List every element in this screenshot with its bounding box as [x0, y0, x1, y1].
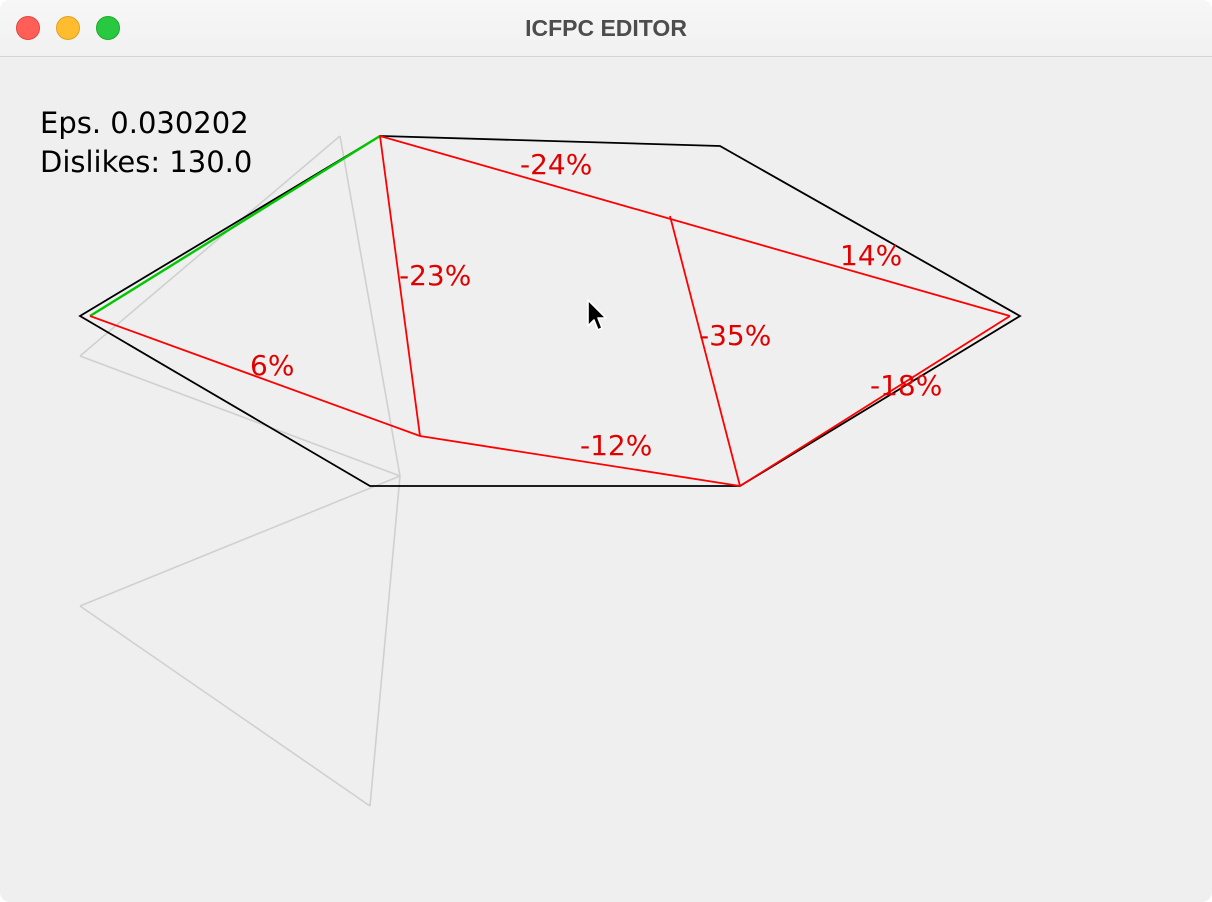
- editor-canvas[interactable]: -24% -23% 14% -35% 6% -18% -12%: [0, 57, 1212, 902]
- edge-label: -12%: [580, 429, 652, 462]
- ghost-figure: [79, 135, 401, 807]
- figure-edge[interactable]: [379, 135, 1011, 317]
- edge-label: -18%: [870, 369, 942, 402]
- epsilon-readout: Eps. 0.030202: [40, 106, 249, 140]
- window-title: ICFPC EDITOR: [525, 15, 687, 41]
- editor-window: ICFPC EDITOR -24% -23% 14% -35% 6% -18% …: [0, 0, 1212, 902]
- ghost-edge: [79, 475, 401, 607]
- figure[interactable]: [89, 134, 1011, 487]
- edge-label: -23%: [399, 259, 471, 292]
- edge-label: -35%: [699, 319, 771, 352]
- ghost-edge: [369, 475, 401, 807]
- ghost-edge: [79, 605, 371, 807]
- edge-label: 6%: [250, 349, 294, 382]
- edge-label: -24%: [520, 148, 592, 181]
- edge-label: 14%: [840, 239, 902, 272]
- dislikes-readout: Dislikes: 130.0: [40, 145, 253, 179]
- hole-polygon: [78, 135, 1022, 487]
- arrow-cursor-icon: [587, 299, 607, 331]
- title-bar[interactable]: ICFPC EDITOR: [0, 0, 1212, 57]
- ghost-edge: [79, 355, 401, 477]
